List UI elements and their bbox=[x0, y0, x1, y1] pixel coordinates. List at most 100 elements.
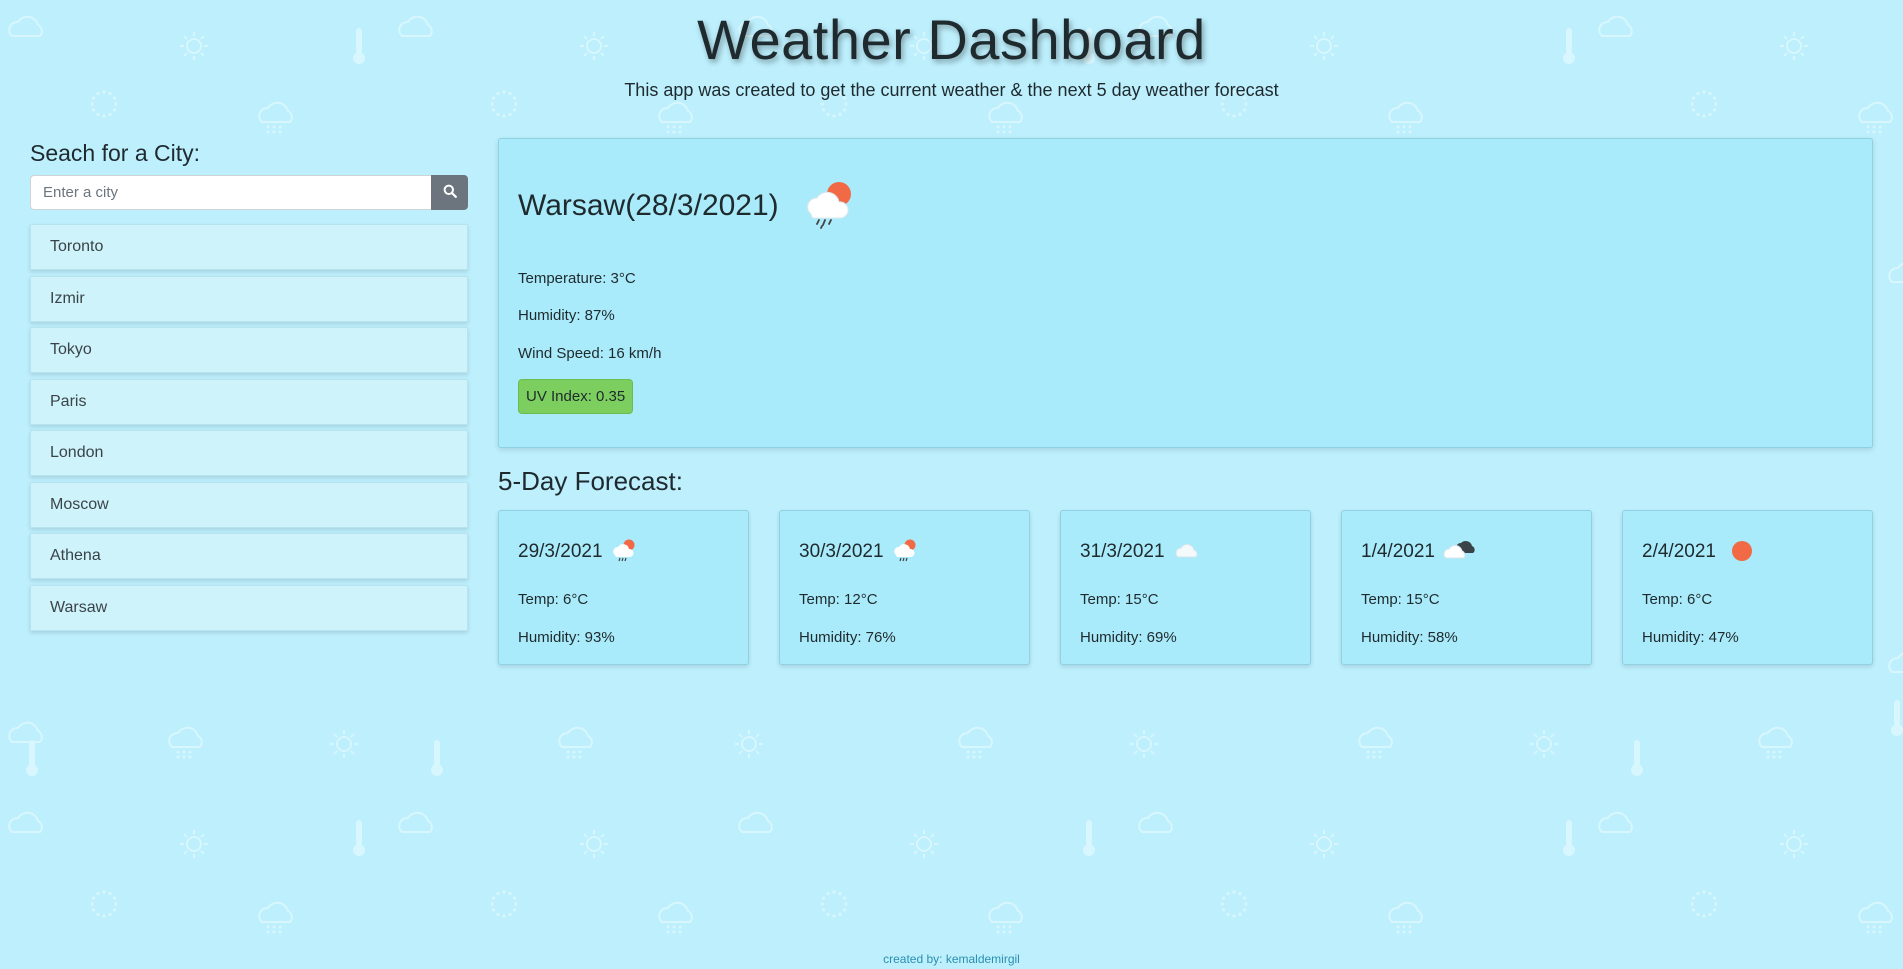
search-history-list: Toronto Izmir Tokyo Paris London Moscow … bbox=[30, 224, 468, 631]
forecast-date: 30/3/2021 bbox=[799, 541, 884, 562]
city-item-label: Moscow bbox=[50, 495, 109, 513]
forecast-date-row: 1/4/2021 bbox=[1361, 535, 1572, 569]
background-sun-icon bbox=[1530, 730, 1558, 758]
background-dots-icon bbox=[490, 890, 518, 918]
forecast-row: 29/3/2021 Temp: 6°C Humidity: 93% 30/3/2… bbox=[498, 510, 1873, 665]
forecast-date-row: 2/4/2021 bbox=[1642, 535, 1853, 569]
background-cloud-icon bbox=[738, 811, 773, 833]
forecast-card: 2/4/2021 Temp: 6°C Humidity: 47% bbox=[1622, 510, 1873, 665]
city-item-label: Athena bbox=[50, 547, 101, 564]
forecast-date: 2/4/2021 bbox=[1642, 541, 1716, 562]
forecast-temp: Temp: 6°C bbox=[518, 591, 589, 608]
background-thermo-icon bbox=[1631, 740, 1643, 776]
city-item-label: Tokyo bbox=[50, 341, 92, 358]
uv-index-badge: UV Index: 0.35 bbox=[518, 379, 634, 414]
forecast-date: 31/3/2021 bbox=[1080, 541, 1165, 562]
background-cloud-icon bbox=[8, 811, 43, 833]
background-rain-icon bbox=[1758, 726, 1793, 759]
current-wind-speed: Wind Speed: 16 km/h bbox=[518, 345, 662, 362]
sun-cloud-rain-icon bbox=[892, 537, 918, 568]
background-rain-icon bbox=[958, 726, 993, 759]
current-humidity: Humidity: 87% bbox=[518, 307, 615, 324]
background-cloud-icon bbox=[8, 721, 43, 743]
city-item-label: London bbox=[50, 444, 104, 461]
background-rain-icon bbox=[558, 726, 593, 759]
city-item-london[interactable]: London bbox=[30, 430, 468, 476]
current-temperature: Temperature: 3°C bbox=[518, 270, 636, 287]
background-sun-icon bbox=[580, 830, 608, 858]
background-sun-icon bbox=[330, 730, 358, 758]
forecast-date-row: 31/3/2021 bbox=[1080, 535, 1291, 569]
current-title-row: Warsaw(28/3/2021) bbox=[518, 181, 1853, 231]
background-sun-icon bbox=[1310, 830, 1338, 858]
forecast-date-row: 30/3/2021 bbox=[799, 535, 1010, 569]
current-weather-card: Warsaw(28/3/2021) Temperature: 3°C Humid… bbox=[498, 138, 1873, 448]
forecast-date: 29/3/2021 bbox=[518, 541, 603, 562]
background-rain-icon bbox=[1858, 101, 1893, 134]
city-search-input[interactable] bbox=[30, 175, 431, 210]
background-sun-icon bbox=[910, 830, 938, 858]
background-thermo-icon bbox=[1891, 700, 1903, 736]
page-title: Weather Dashboard bbox=[697, 8, 1206, 71]
background-cloud-icon bbox=[1138, 811, 1173, 833]
background-rain-icon bbox=[168, 726, 203, 759]
current-city-title: Warsaw(28/3/2021) bbox=[518, 189, 779, 222]
city-item-izmir[interactable]: Izmir bbox=[30, 275, 468, 322]
background-rain-icon bbox=[988, 101, 1023, 134]
forecast-card: 31/3/2021 Temp: 15°C Humidity: 69% bbox=[1060, 510, 1311, 665]
forecast-temp: Temp: 12°C bbox=[799, 591, 878, 608]
city-item-tokyo[interactable]: Tokyo bbox=[30, 327, 468, 373]
sun-icon bbox=[1730, 538, 1754, 567]
background-sun-icon bbox=[180, 830, 208, 858]
search-icon bbox=[443, 184, 457, 201]
search-row bbox=[30, 175, 468, 210]
city-item-label: Izmir bbox=[50, 289, 85, 307]
background-rain-icon bbox=[1388, 901, 1423, 934]
city-item-label: Toronto bbox=[50, 238, 104, 255]
background-cloud-icon bbox=[398, 811, 433, 833]
search-heading: Seach for a City: bbox=[30, 140, 201, 166]
background-dots-icon bbox=[1690, 890, 1718, 918]
city-item-athena[interactable]: Athena bbox=[30, 533, 468, 579]
background-rain-icon bbox=[1388, 101, 1423, 134]
background-sun-icon bbox=[735, 730, 763, 758]
background-rain-icon bbox=[988, 901, 1023, 934]
background-thermo-icon bbox=[353, 820, 365, 856]
search-button[interactable] bbox=[431, 175, 468, 210]
city-item-label: Paris bbox=[50, 392, 87, 410]
cloud-icon bbox=[1173, 537, 1203, 568]
background-thermo-icon bbox=[431, 740, 443, 776]
background-rain-icon bbox=[658, 901, 693, 934]
background-cloud-icon bbox=[1888, 652, 1903, 673]
sun-cloud-rain-icon bbox=[611, 537, 637, 568]
background-sun-icon bbox=[1130, 730, 1158, 758]
forecast-temp: Temp: 6°C bbox=[1642, 591, 1713, 608]
footer-credit: created by: kemaldemirgil bbox=[883, 952, 1020, 966]
forecast-humidity: Humidity: 47% bbox=[1642, 629, 1739, 646]
sun-cloud-rain-icon bbox=[801, 178, 857, 235]
city-item-moscow[interactable]: Moscow bbox=[30, 481, 468, 528]
background-dots-icon bbox=[820, 890, 848, 918]
background-thermo-icon bbox=[1083, 820, 1095, 856]
background-rain-icon bbox=[258, 901, 293, 934]
forecast-date-row: 29/3/2021 bbox=[518, 535, 729, 569]
background-dots-icon bbox=[90, 890, 118, 918]
forecast-date: 1/4/2021 bbox=[1361, 541, 1435, 562]
background-rain-icon bbox=[1858, 901, 1893, 934]
forecast-heading: 5-Day Forecast: bbox=[498, 466, 683, 496]
background-rain-icon bbox=[258, 101, 293, 134]
background-sun-icon bbox=[1780, 830, 1808, 858]
background-cloud-icon bbox=[1888, 262, 1903, 283]
forecast-card: 30/3/2021 Temp: 12°C Humidity: 76% bbox=[779, 510, 1030, 665]
forecast-humidity: Humidity: 58% bbox=[1361, 629, 1458, 646]
background-thermo-icon bbox=[26, 740, 38, 776]
city-search-sidebar: Seach for a City: Toronto Izmir Tokyo Pa… bbox=[30, 138, 468, 636]
city-item-toronto[interactable]: Toronto bbox=[30, 224, 468, 270]
page-header: Weather Dashboard This app was created t… bbox=[0, 0, 1903, 101]
background-dots-icon bbox=[1220, 890, 1248, 918]
city-item-warsaw[interactable]: Warsaw bbox=[30, 584, 468, 631]
background-rain-icon bbox=[1358, 726, 1393, 759]
city-item-paris[interactable]: Paris bbox=[30, 378, 468, 425]
broken-clouds-icon bbox=[1443, 537, 1477, 568]
forecast-humidity: Humidity: 76% bbox=[799, 629, 896, 646]
